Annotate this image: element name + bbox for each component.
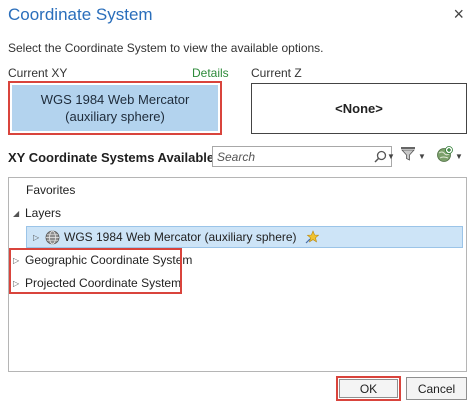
tree-item-layers[interactable]: ◢ Layers: [13, 204, 61, 222]
current-z-value: <None>: [335, 101, 383, 116]
tree-item-layer-wgs84-label: WGS 1984 Web Mercator (auxiliary sphere): [64, 230, 297, 244]
search-options-chevron-down-icon[interactable]: ▼: [387, 147, 395, 166]
tree-item-layers-label: Layers: [25, 206, 62, 220]
filter-button[interactable]: ▼: [400, 146, 426, 167]
current-xy-value: WGS 1984 Web Mercator (auxiliary sphere): [12, 85, 218, 131]
current-xy-label: Current XY: [8, 66, 68, 80]
ok-button[interactable]: OK: [339, 379, 398, 398]
current-xy-value-line1: WGS 1984 Web Mercator: [40, 92, 190, 107]
tree-item-geographic-label: Geographic Coordinate System: [25, 253, 193, 267]
search-box[interactable]: ▼: [212, 146, 395, 167]
collapsed-triangle-icon[interactable]: ▷: [13, 256, 25, 265]
details-link[interactable]: Details: [192, 66, 229, 80]
favorite-star-icon[interactable]: [305, 230, 320, 247]
expanded-triangle-icon[interactable]: ◢: [13, 209, 25, 218]
tree-item-favorites[interactable]: Favorites: [26, 181, 75, 199]
current-xy-panel[interactable]: WGS 1984 Web Mercator (auxiliary sphere): [8, 81, 222, 135]
search-input[interactable]: [213, 147, 374, 166]
current-xy-value-line2: (auxiliary sphere): [65, 109, 165, 124]
cancel-button[interactable]: Cancel: [406, 377, 467, 400]
tree-item-projected[interactable]: ▷ Projected Coordinate System: [13, 274, 181, 292]
current-z-label: Current Z: [251, 66, 302, 80]
coordinate-system-tree[interactable]: Favorites ◢ Layers ▷ WGS 1984 Web Mercat…: [8, 177, 467, 372]
add-chevron-down-icon: ▼: [455, 152, 463, 161]
tree-item-layer-wgs84[interactable]: ▷ WGS 1984 Web Mercator (auxiliary spher…: [26, 226, 463, 248]
close-icon[interactable]: ×: [453, 4, 464, 24]
filter-icon: [400, 146, 416, 167]
collapsed-triangle-icon[interactable]: ▷: [13, 279, 25, 288]
add-coordinate-system-button[interactable]: ▼: [436, 145, 463, 168]
xy-systems-title: XY Coordinate Systems Available: [8, 150, 215, 165]
globe-icon: [45, 230, 60, 244]
dialog-description: Select the Coordinate System to view the…: [8, 41, 324, 55]
search-icon[interactable]: [374, 147, 387, 166]
collapsed-triangle-icon[interactable]: ▷: [33, 233, 45, 242]
ok-button-highlight: OK: [336, 376, 401, 401]
current-z-panel[interactable]: <None>: [251, 83, 467, 134]
tree-item-projected-label: Projected Coordinate System: [25, 276, 182, 290]
filter-chevron-down-icon: ▼: [418, 152, 426, 161]
tree-item-favorites-label: Favorites: [26, 183, 76, 197]
tree-item-geographic[interactable]: ▷ Geographic Coordinate System: [13, 251, 192, 269]
globe-add-icon: [436, 145, 453, 168]
dialog-title: Coordinate System: [8, 5, 153, 24]
